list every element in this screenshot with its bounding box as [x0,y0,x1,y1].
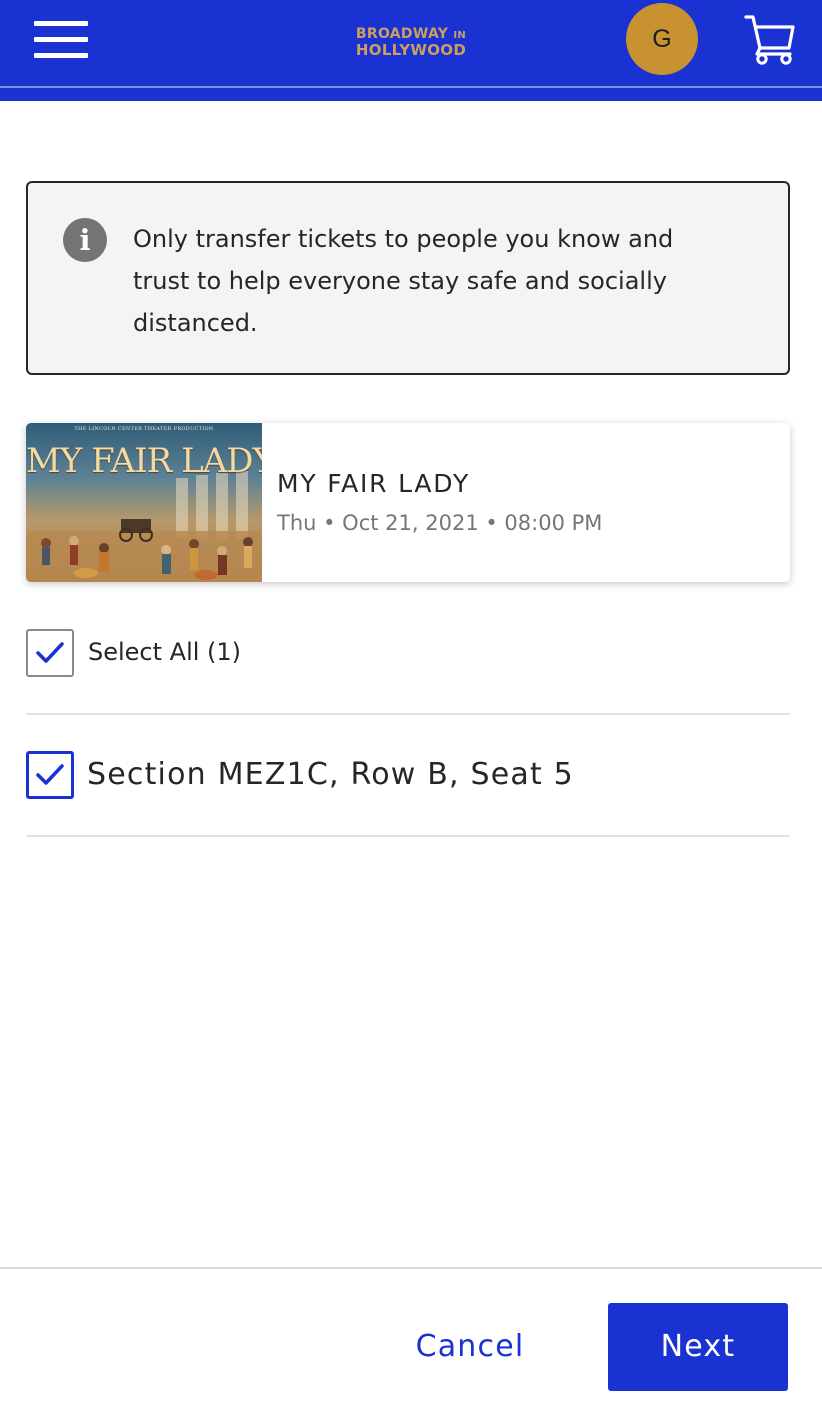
logo-line-2: HOLLYWOOD [355,41,467,59]
info-icon: i [63,218,107,262]
poster-credit: THE LINCOLN CENTER THEATER PRODUCTION [74,426,214,432]
cart-icon[interactable] [743,12,797,66]
next-button[interactable]: Next [608,1303,788,1391]
cancel-button[interactable]: Cancel [390,1303,550,1391]
event-poster-image: THE LINCOLN CENTER THEATER PRODUCTION MY… [26,423,262,582]
event-card[interactable]: THE LINCOLN CENTER THEATER PRODUCTION MY… [26,423,790,582]
select-all-label[interactable]: Select All (1) [88,638,241,666]
footer-divider [0,1267,822,1269]
user-avatar[interactable]: G [626,3,698,75]
checkmark-icon [36,642,64,663]
seat-label[interactable]: Section MEZ1C, Row B, Seat 5 [87,757,574,792]
hamburger-menu-icon[interactable] [34,21,88,59]
header-band [0,88,822,101]
divider [26,713,790,715]
broadway-in-hollywood-logo[interactable]: BROADWAY IN HOLLYWOOD [336,27,486,63]
checkmark-icon [36,764,64,785]
top-nav-bar: BROADWAY IN HOLLYWOOD G [0,0,822,86]
notice-text: Only transfer tickets to people you know… [133,225,674,337]
event-title: MY FAIR LADY [277,469,471,498]
transfer-safety-notice: i Only transfer tickets to people you kn… [26,181,790,375]
poster-title: MY FAIR LADY [26,441,262,481]
divider [26,835,790,837]
event-date: Thu • Oct 21, 2021 • 08:00 PM [277,511,603,535]
select-all-checkbox[interactable] [26,629,74,677]
seat-checkbox[interactable] [26,751,74,799]
